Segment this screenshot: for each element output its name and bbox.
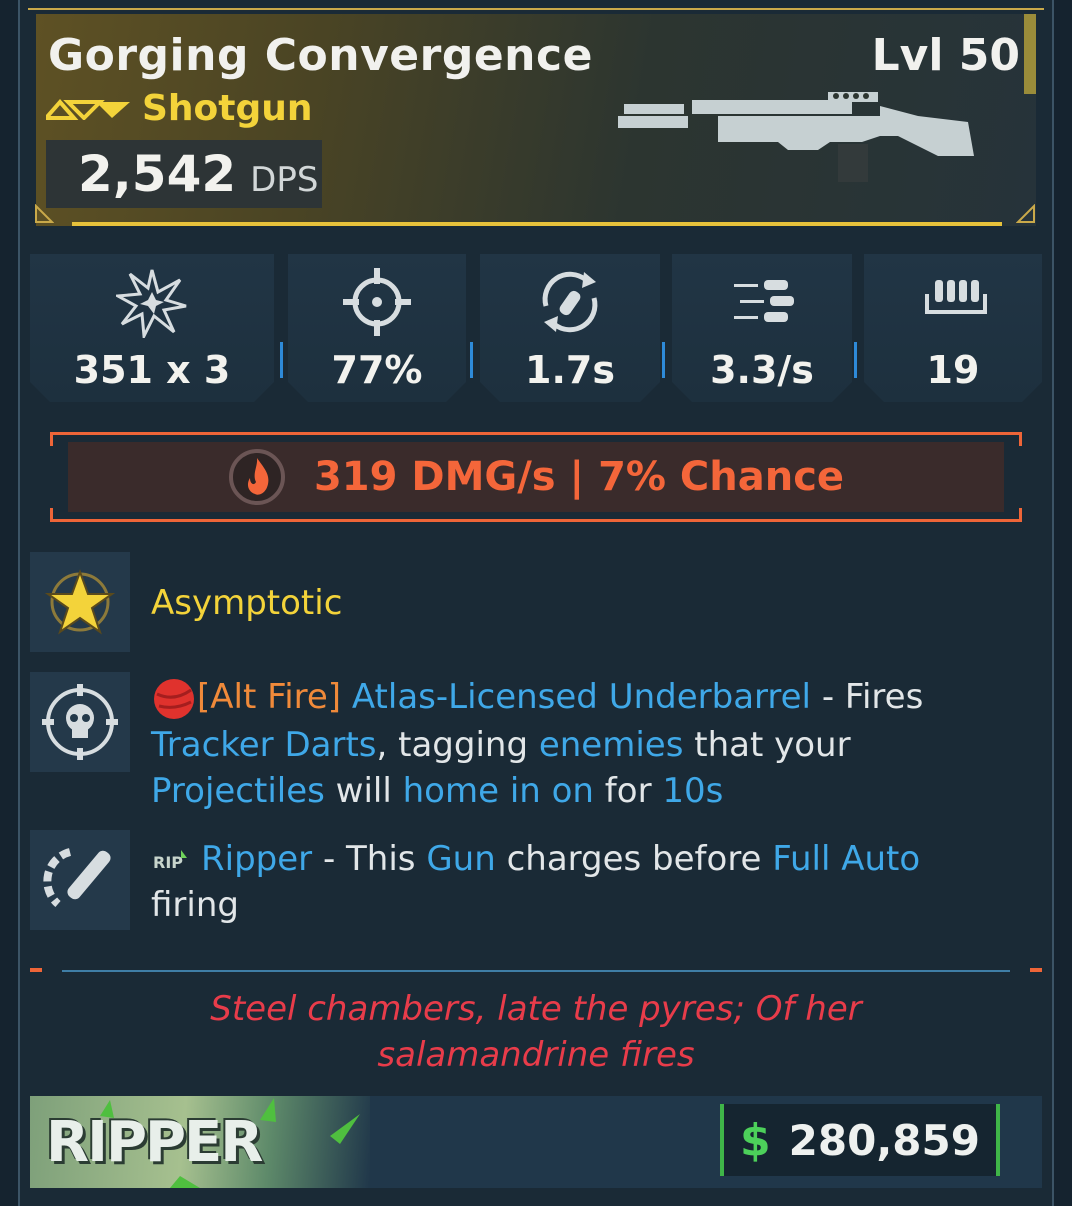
element-effect-text: 319 DMG/s | 7% Chance	[313, 454, 845, 500]
item-type-row: Shotgun	[46, 88, 313, 129]
corner-triangle-right	[1016, 204, 1035, 223]
svg-text:RIP: RIP	[153, 853, 183, 872]
stat-value: 19	[926, 348, 980, 392]
star-emblem-icon	[44, 569, 116, 635]
corner-triangle-left	[35, 204, 54, 223]
perk-2-text: [Alt Fire] Atlas-Licensed Underbarrel - …	[151, 674, 1031, 814]
card-top-edge	[28, 8, 1044, 10]
flavor-line: salamandrine fires	[377, 1035, 695, 1075]
currency-icon: $	[740, 1114, 771, 1166]
perk-keyword: home in on	[402, 770, 594, 811]
shotgun-silhouette-icon	[618, 92, 974, 182]
price-tag: $ 280,859	[720, 1104, 1000, 1176]
rarity-chevrons-icon	[46, 98, 130, 120]
perk-desc-part: firing	[151, 885, 239, 925]
skull-target-icon	[42, 684, 118, 760]
stat-value: 3.3/s	[710, 348, 814, 392]
item-name: Gorging Convergence	[48, 30, 593, 81]
reload-icon	[534, 266, 606, 338]
perk-desc-part: - Fires	[811, 677, 924, 717]
item-header: Gorging Convergence Lvl 50 Shotgun 2,542…	[36, 14, 1036, 226]
divider-dash-left	[30, 968, 42, 972]
alt-fire-ball-icon	[154, 678, 194, 719]
perk-desc-part: for	[593, 770, 663, 811]
fire-icon	[228, 449, 285, 505]
perk-name: Asymptotic	[151, 583, 343, 623]
perk-tag: [Alt Fire]	[197, 677, 342, 717]
perk-desc-part: will	[324, 770, 403, 811]
price-value: 280,859	[788, 1115, 980, 1165]
perk-name: Atlas-Licensed Underbarrel	[351, 677, 812, 717]
stat-separator	[470, 342, 473, 378]
magazine-icon	[917, 266, 989, 338]
perk-desc-part: that your	[683, 724, 851, 765]
element-effect-panel: 319 DMG/s | 7% Chance	[68, 442, 1004, 512]
perk-desc-part: charges before	[495, 839, 773, 879]
dps-value: 2,542	[78, 145, 237, 203]
stat-separator	[854, 342, 857, 378]
stat-accuracy: 77%	[288, 254, 466, 402]
stats-row: 351 x 3 77% 1.7s 3.3/s 19	[30, 254, 1042, 402]
flavor-line: Steel chambers, late the pyres; Of her	[210, 989, 862, 1029]
perk-icon-frame	[30, 672, 130, 772]
stat-damage: 351 x 3	[30, 254, 274, 402]
perk-icon-frame	[30, 830, 130, 930]
manufacturer-name: RIPPER	[46, 1110, 263, 1175]
stat-separator	[280, 342, 283, 378]
perk-keyword: Full Auto	[772, 839, 921, 879]
perk-icon-frame	[30, 552, 130, 652]
item-type: Shotgun	[142, 88, 313, 129]
header-underline	[72, 222, 1002, 226]
perk-keyword: Tracker Darts	[151, 724, 377, 765]
perk-desc-part: - This	[312, 839, 427, 879]
flavor-text: Steel chambers, late the pyres; Of her s…	[120, 986, 952, 1078]
divider-dash-right	[1030, 968, 1042, 972]
perk-keyword: 10s	[662, 770, 724, 811]
manufacturer-logo: RIPPER	[30, 1096, 370, 1188]
fire-rate-icon	[726, 266, 798, 338]
ripper-logo-icon: RIP	[153, 849, 187, 872]
dps-panel: 2,542 DPS	[46, 140, 322, 208]
perk-desc-part: , tagging	[376, 724, 539, 765]
perk-keyword: Projectiles	[151, 770, 325, 811]
stat-value: 1.7s	[525, 348, 615, 392]
crosshair-icon	[341, 266, 413, 338]
item-level: Lvl 50	[871, 30, 1020, 81]
stat-value: 351 x 3	[73, 348, 231, 392]
dps-unit: DPS	[250, 160, 319, 200]
perk-name: Ripper	[201, 839, 313, 879]
damage-burst-icon	[116, 266, 188, 338]
header-accent-bar	[1024, 14, 1036, 94]
stat-separator	[662, 342, 665, 378]
perk-keyword: Gun	[426, 839, 496, 879]
stat-fire-rate: 3.3/s	[672, 254, 852, 402]
stat-magazine: 19	[864, 254, 1042, 402]
perk-3-text: RIP Ripper - This Gun charges before Ful…	[151, 836, 1031, 928]
stat-reload: 1.7s	[480, 254, 660, 402]
stat-value: 77%	[331, 348, 423, 392]
perk-keyword: enemies	[538, 724, 684, 765]
ripper-bullet-icon	[43, 848, 111, 908]
flavor-divider	[62, 970, 1010, 972]
perk-1-text: Asymptotic	[151, 580, 1031, 626]
